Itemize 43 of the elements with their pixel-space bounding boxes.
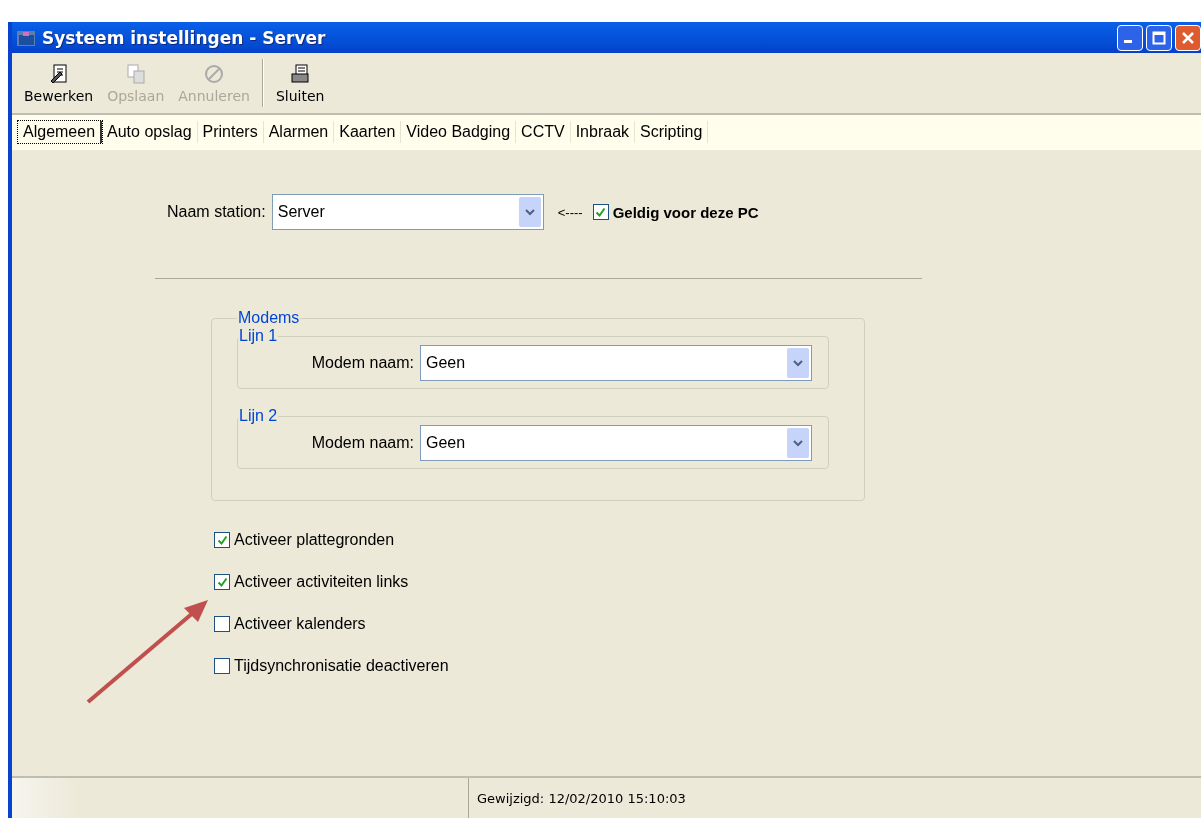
modem-label: Modem naam: bbox=[311, 434, 414, 452]
toolbar-button[interactable]: Sluiten bbox=[271, 60, 329, 106]
group-title: Lijn 2 bbox=[238, 407, 279, 425]
tab[interactable]: Scripting bbox=[635, 121, 709, 143]
modem-dropdown[interactable]: Geen bbox=[420, 425, 812, 461]
checkbox[interactable] bbox=[214, 532, 230, 548]
tab[interactable]: Alarmen bbox=[263, 121, 335, 143]
checkbox-label: Geldig voor deze PC bbox=[612, 203, 759, 221]
checkbox-label: Activeer activiteiten links bbox=[234, 573, 409, 591]
checkbox-label: Tijdsynchronisatie deactiveren bbox=[234, 657, 449, 675]
maximize-button[interactable] bbox=[1146, 24, 1172, 51]
tab[interactable]: CCTV bbox=[516, 121, 571, 143]
modem-dropdown[interactable]: Geen bbox=[420, 345, 812, 381]
checkbox[interactable] bbox=[214, 658, 230, 674]
checkbox-label: Activeer kalenders bbox=[234, 615, 366, 633]
tab[interactable]: Kaarten bbox=[334, 121, 402, 143]
tab[interactable]: Algemeen bbox=[18, 121, 103, 143]
group-title: Modems bbox=[237, 309, 301, 327]
status-text: Gewijzigd: 12/02/2010 15:10:03 bbox=[477, 790, 686, 806]
prohibited-icon bbox=[203, 62, 226, 85]
maximize-icon bbox=[1152, 30, 1166, 45]
close-icon bbox=[1181, 30, 1195, 45]
close-button[interactable] bbox=[1175, 24, 1201, 51]
station-dropdown[interactable]: Server bbox=[271, 194, 544, 230]
tab[interactable]: Printers bbox=[197, 121, 264, 143]
checkbox[interactable] bbox=[592, 204, 609, 220]
folder-icon bbox=[16, 28, 36, 47]
window-title: Systeem instellingen - Server bbox=[42, 27, 326, 48]
copy-document-icon bbox=[124, 62, 147, 85]
toolbar-button[interactable]: Bewerken bbox=[20, 60, 98, 106]
checkbox-label: Activeer plattegronden bbox=[234, 531, 395, 549]
tab[interactable]: Inbraak bbox=[570, 121, 636, 143]
checkbox[interactable] bbox=[214, 616, 230, 632]
group-title: Lijn 1 bbox=[238, 327, 279, 345]
tab[interactable]: Auto opslag bbox=[102, 121, 198, 143]
minimize-icon bbox=[1124, 40, 1132, 43]
modem-label: Modem naam: bbox=[311, 354, 414, 372]
station-label: Naam station: bbox=[167, 203, 266, 221]
minimize-button[interactable] bbox=[1117, 24, 1143, 51]
pointer-text: <---- bbox=[557, 204, 583, 220]
tab[interactable]: Video Badging bbox=[401, 121, 517, 143]
checkbox[interactable] bbox=[214, 574, 230, 590]
printer-document-icon bbox=[289, 62, 312, 85]
